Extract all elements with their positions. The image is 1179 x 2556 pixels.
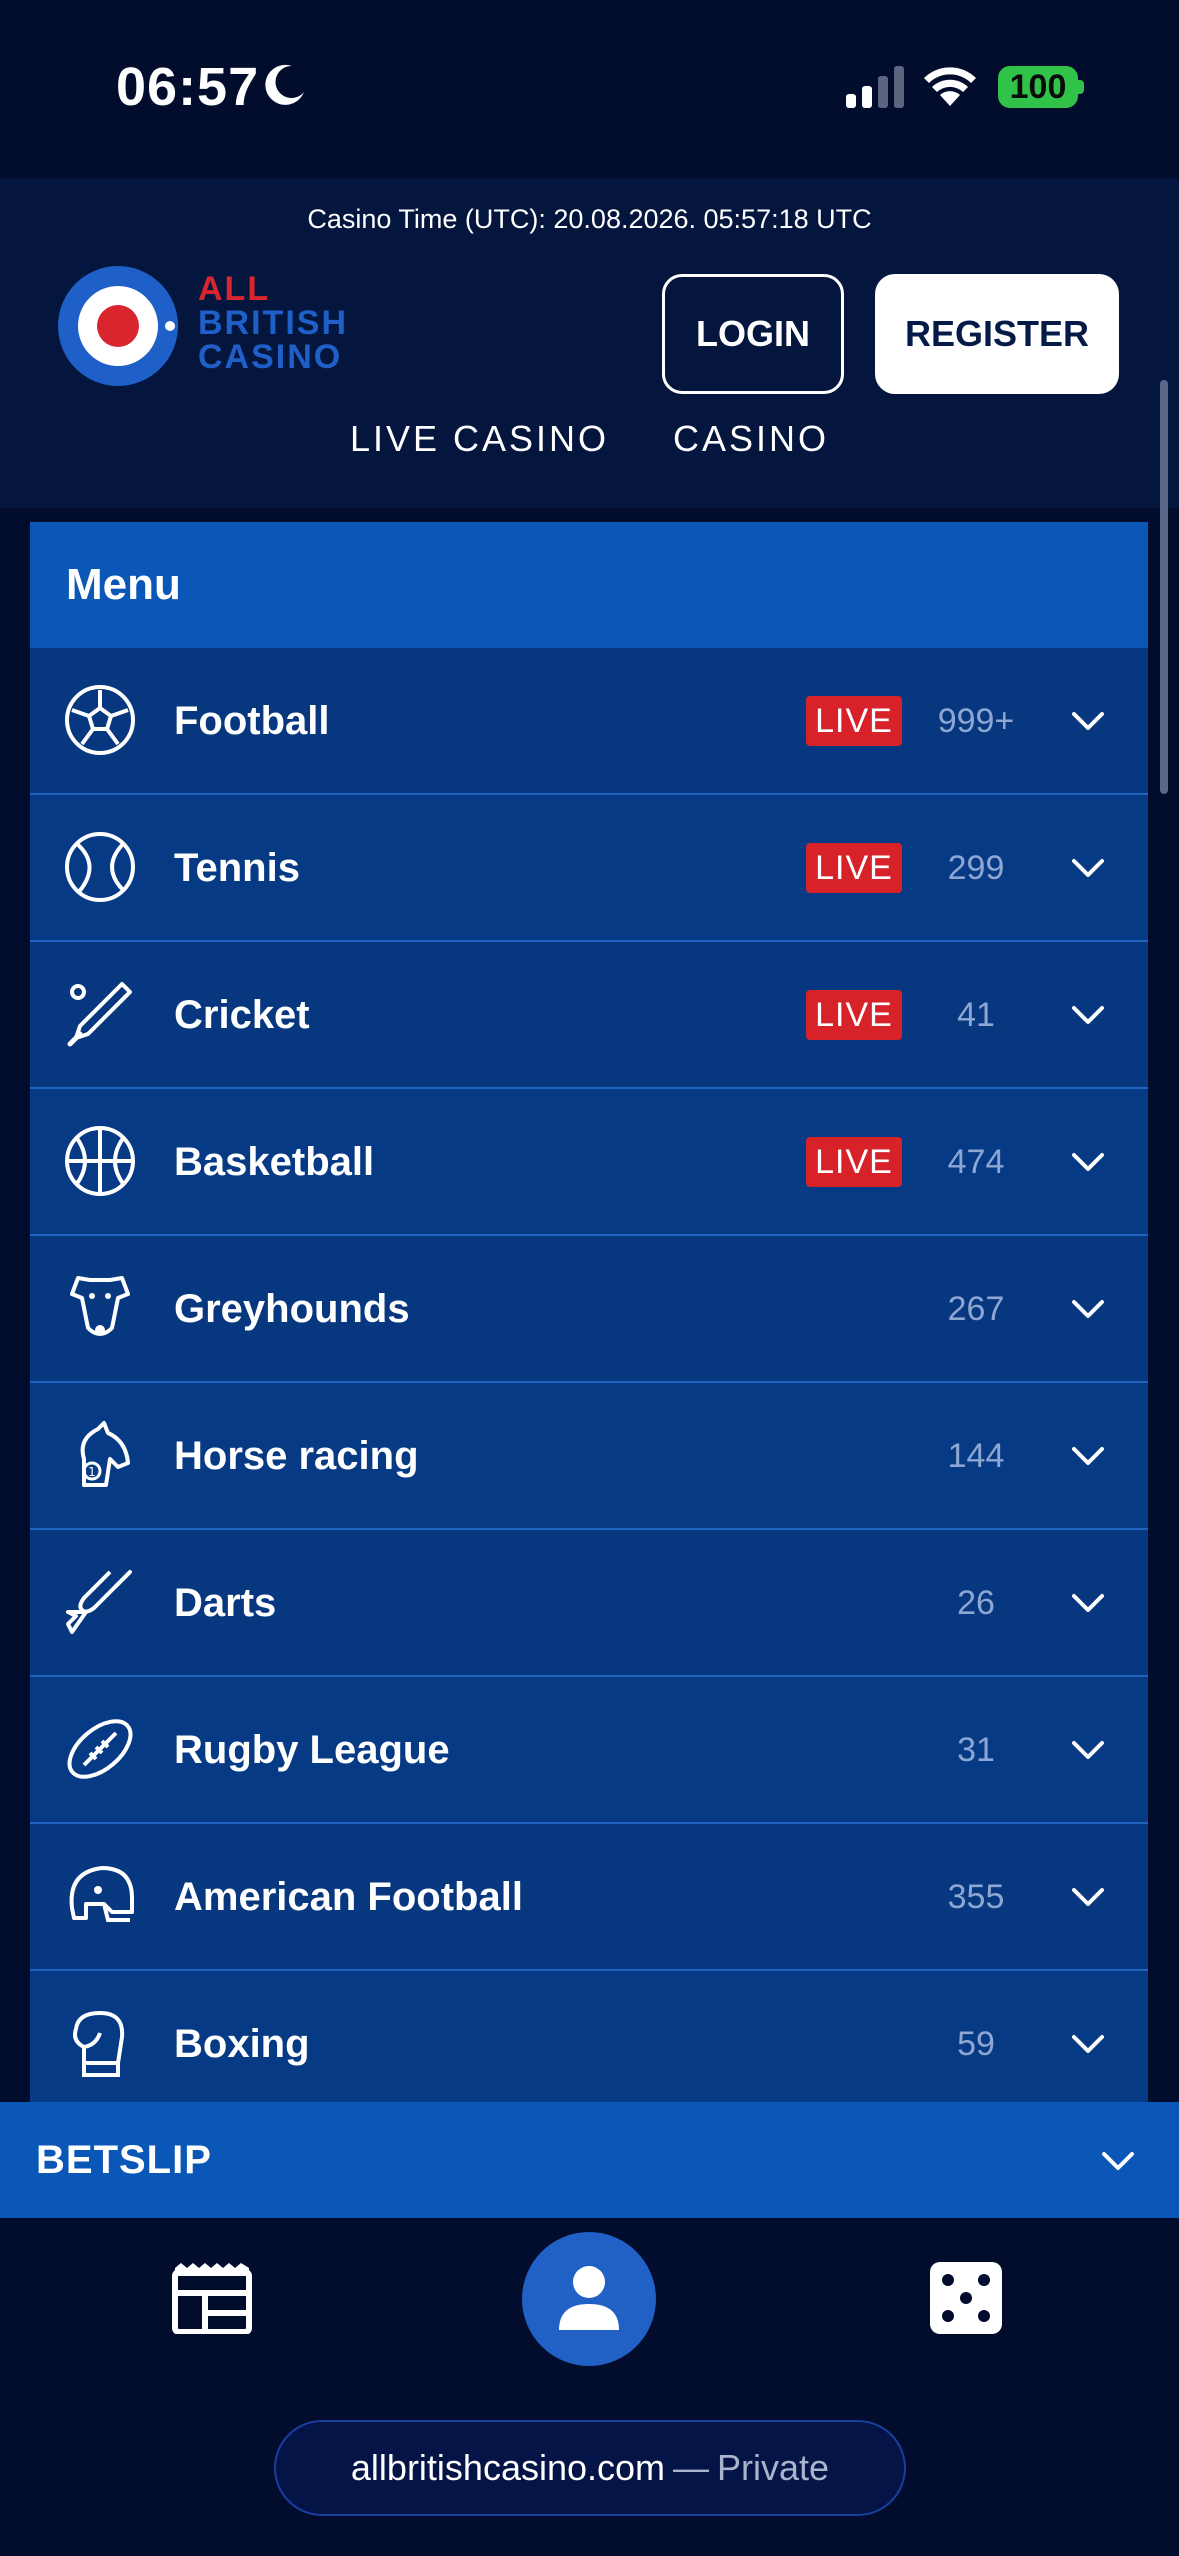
menu-title: Menu <box>30 522 1148 648</box>
chevron-down-icon[interactable] <box>1070 853 1106 883</box>
live-badge: LIVE <box>806 1137 902 1187</box>
live-badge: LIVE <box>806 843 902 893</box>
chevron-down-icon[interactable] <box>1070 1882 1106 1912</box>
browser-address-bar[interactable]: allbritishcasino.com — Private <box>274 2420 906 2516</box>
logo-line-3: CASINO <box>198 338 343 376</box>
login-button[interactable]: LOGIN <box>662 274 844 394</box>
event-count: 31 <box>957 1731 995 1769</box>
menu-item-label: Boxing <box>174 2022 310 2066</box>
nav-casino[interactable]: CASINO <box>673 418 829 478</box>
sidebar-item-american-football[interactable]: American Football 355 <box>30 1824 1148 1971</box>
sidebar-item-cricket[interactable]: Cricket LIVE 41 <box>30 942 1148 1089</box>
chevron-down-icon[interactable] <box>1070 1441 1106 1471</box>
event-count: 59 <box>957 2025 995 2063</box>
live-badge: LIVE <box>806 990 902 1040</box>
sidebar-item-rugby-league[interactable]: Rugby League 31 <box>30 1677 1148 1824</box>
status-bar: 06:57 100 <box>0 0 1179 178</box>
battery-tip <box>1078 80 1084 94</box>
nav-live-casino[interactable]: LIVE CASINO <box>350 418 609 478</box>
register-button[interactable]: REGISTER <box>875 274 1119 394</box>
chevron-down-icon <box>1102 2152 1134 2170</box>
event-count: 999+ <box>937 702 1015 740</box>
chevron-down-icon[interactable] <box>1070 1294 1106 1324</box>
sidebar-item-tennis[interactable]: Tennis LIVE 299 <box>30 795 1148 942</box>
event-count: 474 <box>947 1143 1005 1181</box>
menu-item-label: Tennis <box>174 846 300 890</box>
dice-icon[interactable] <box>930 2262 1002 2334</box>
betslip-label: BETSLIP <box>36 2138 212 2182</box>
url-separator: — <box>673 2447 710 2488</box>
sports-menu: Menu Football LIVE 999+ Tennis LIVE 299 Cricke… <box>30 522 1148 2102</box>
svg-text:1: 1 <box>88 1465 96 1479</box>
battery-indicator: 100 <box>998 66 1078 108</box>
rugby-ball-icon <box>67 1719 133 1779</box>
top-nav: LIVE CASINO CASINO <box>0 418 1179 478</box>
site-header: Casino Time (UTC): 20.08.2026. 05:57:18 … <box>0 178 1179 508</box>
dart-icon <box>66 1570 132 1634</box>
chevron-down-icon[interactable] <box>1070 706 1106 736</box>
logo-line-1: ALL <box>198 270 271 308</box>
chevron-down-icon[interactable] <box>1070 1588 1106 1618</box>
sidebar-item-greyhounds[interactable]: Greyhounds 267 <box>30 1236 1148 1383</box>
event-count: 144 <box>947 1437 1005 1475</box>
menu-item-label: Greyhounds <box>174 1287 410 1331</box>
helmet-icon <box>69 1866 134 1922</box>
live-badge: LIVE <box>806 696 902 746</box>
sportsbook-icon[interactable] <box>172 2262 252 2334</box>
status-time: 06:57 <box>116 57 260 117</box>
chevron-down-icon[interactable] <box>1070 1735 1106 1765</box>
event-count: 355 <box>947 1878 1005 1916</box>
wifi-icon <box>924 67 976 106</box>
user-icon <box>559 2266 619 2330</box>
basketball-icon <box>65 1126 135 1196</box>
sidebar-item-darts[interactable]: Darts 26 <box>30 1530 1148 1677</box>
roundel-logo-icon <box>58 266 178 386</box>
menu-item-label: Cricket <box>174 993 310 1037</box>
sidebar-item-basketball[interactable]: Basketball LIVE 474 <box>30 1089 1148 1236</box>
betslip-bar[interactable]: BETSLIP <box>0 2102 1179 2218</box>
event-count: 41 <box>957 996 995 1034</box>
bottom-nav: allbritishcasino.com — Private <box>0 2218 1179 2556</box>
url-host: allbritishcasino.com <box>350 2447 666 2488</box>
private-mode-label: Private <box>717 2447 830 2488</box>
moon-icon <box>265 64 304 105</box>
tennis-ball-icon <box>65 832 135 902</box>
menu-item-label: American Football <box>174 1875 523 1919</box>
cricket-bat-icon <box>67 982 132 1047</box>
sidebar-item-horse-racing[interactable]: 1 Horse racing 144 <box>30 1383 1148 1530</box>
signal-icon <box>846 66 904 108</box>
page-scrollbar[interactable] <box>1160 380 1168 794</box>
chevron-down-icon[interactable] <box>1070 2029 1106 2059</box>
horse-head-icon: 1 <box>80 1421 130 1487</box>
logo-wordmark: ALL BRITISH CASINO <box>198 272 348 374</box>
event-count: 26 <box>957 1584 995 1622</box>
casino-time: Casino Time (UTC): 20.08.2026. 05:57:18 … <box>307 204 872 234</box>
sidebar-item-football[interactable]: Football LIVE 999+ <box>30 648 1148 795</box>
menu-item-label: Basketball <box>174 1140 375 1184</box>
boxing-glove-icon <box>73 2011 125 2077</box>
event-count: 299 <box>947 849 1005 887</box>
menu-item-label: Horse racing <box>174 1434 419 1478</box>
account-button[interactable] <box>522 2232 656 2366</box>
site-logo[interactable]: ALL BRITISH CASINO <box>58 266 368 392</box>
sidebar-item-boxing[interactable]: Boxing 59 <box>30 1971 1148 2102</box>
menu-item-label: Darts <box>174 1581 277 1625</box>
football-icon <box>65 685 135 755</box>
chevron-down-icon[interactable] <box>1070 1147 1106 1177</box>
logo-line-2: BRITISH <box>198 304 348 342</box>
greyhound-icon <box>70 1276 130 1336</box>
menu-item-label: Rugby League <box>174 1728 450 1772</box>
menu-item-label: Football <box>174 699 330 743</box>
menu-list: Football LIVE 999+ Tennis LIVE 299 Cricket LIVE… <box>30 648 1148 2102</box>
chevron-down-icon[interactable] <box>1070 1000 1106 1030</box>
event-count: 267 <box>947 1290 1005 1328</box>
